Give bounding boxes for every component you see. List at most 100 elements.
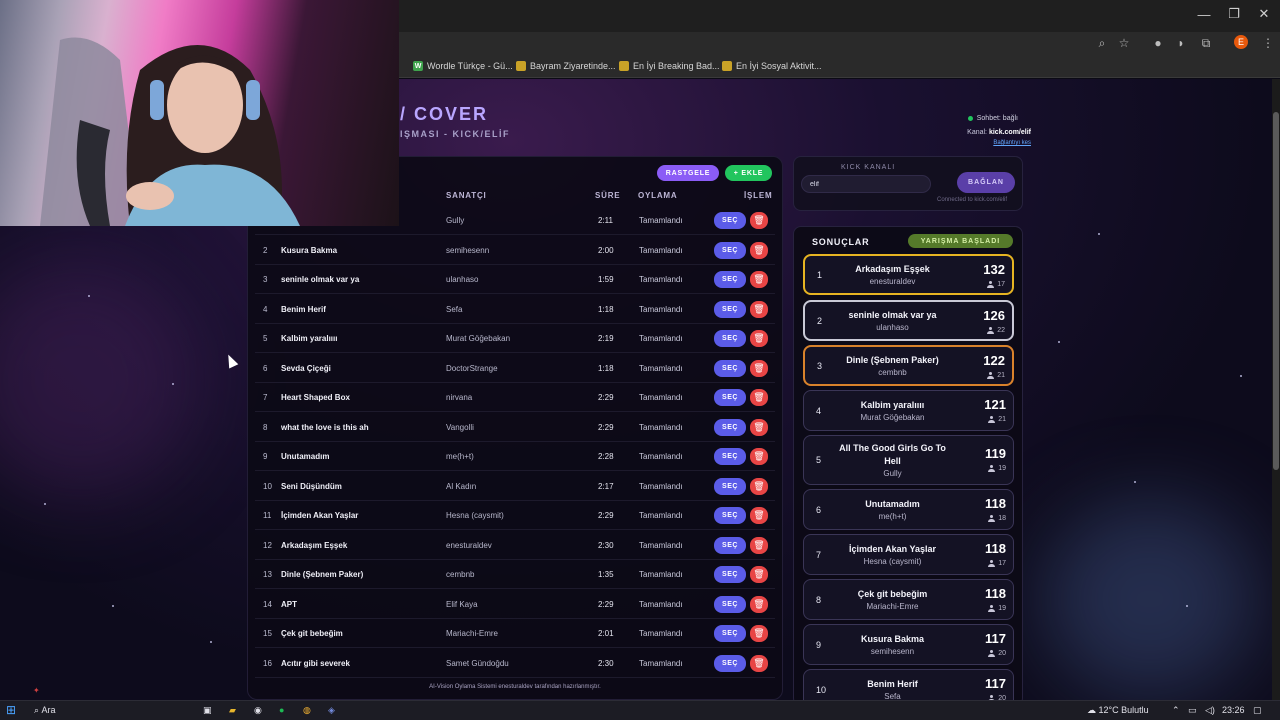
notification-icon[interactable]: ▢ [1253,702,1262,718]
delete-trash-icon[interactable]: 🗑 [750,241,768,259]
kick-channel-label: KICK KANALI [841,164,896,171]
song-title: Kalbim yaralıııı [281,334,338,343]
user-icon [988,604,996,612]
select-button[interactable]: SEÇ [714,477,746,495]
delete-trash-icon[interactable]: 🗑 [750,300,768,318]
delete-trash-icon[interactable]: 🗑 [750,212,768,229]
close-icon[interactable]: ✕ [1247,0,1280,28]
delete-trash-icon[interactable]: 🗑 [750,448,768,465]
discord-icon[interactable]: ◈ [328,702,335,718]
result-info: Çek git bebeğim Mariachi-Emre [830,580,955,619]
connect-button[interactable]: BAĞLAN [957,172,1015,193]
song-duration: 2:29 [598,422,614,432]
restore-icon[interactable]: ❐ [1217,0,1251,28]
extensions-puzzle-icon[interactable]: ⧉ [1196,34,1216,52]
profile-avatar[interactable]: E [1234,35,1248,49]
user-icon [988,514,996,522]
app-icon[interactable]: ◉ [254,702,262,718]
result-rank: 9 [816,639,822,650]
delete-trash-icon[interactable]: 🗑 [750,536,768,554]
select-button[interactable]: SEÇ [714,389,746,406]
table-row: 13 Dinle (Şebnem Paker) cembnb 1:35 Tamamlan… [255,560,775,589]
taskbar-search[interactable]: ⌕ Ara [34,702,56,718]
select-button[interactable]: SEÇ [714,595,746,613]
volume-icon[interactable]: ◁) [1205,702,1215,718]
contest-status-badge: YARIŞMA BAŞLADI [908,234,1013,248]
select-button[interactable]: SEÇ [714,271,746,288]
bookmark-star-icon[interactable]: ☆ [1114,34,1134,52]
kick-channel-input[interactable] [801,175,931,193]
delete-trash-icon[interactable]: 🗑 [750,271,768,288]
delete-trash-icon[interactable]: 🗑 [750,418,768,436]
result-rank: 7 [816,549,822,560]
bookmark-item[interactable]: W Wordle Türkçe - Gü... [413,61,513,71]
extension-icon[interactable]: ● [1148,34,1168,52]
song-duration: 2:28 [598,452,614,461]
select-button[interactable]: SEÇ [714,212,746,229]
delete-trash-icon[interactable]: 🗑 [750,566,768,583]
song-artist: me(h+t) [446,452,474,461]
select-button[interactable]: SEÇ [714,330,746,347]
user-icon [987,280,995,288]
clock[interactable]: 23:26 [1222,702,1245,718]
song-artist: cembnb [446,570,475,579]
select-button[interactable]: SEÇ [714,300,746,318]
delete-trash-icon[interactable]: 🗑 [750,654,768,672]
spotify-icon[interactable]: ● [279,702,284,718]
delete-trash-icon[interactable]: 🗑 [750,359,768,377]
delete-trash-icon[interactable]: 🗑 [750,625,768,642]
song-duration: 1:18 [598,304,614,314]
bg-glow [1040,499,1260,699]
result-info: İçimden Akan Yaşlar Hesna (caysmit) [830,535,955,574]
delete-trash-icon[interactable]: 🗑 [750,389,768,406]
tray-chevron-icon[interactable]: ⌃ [1172,702,1180,718]
select-button[interactable]: SEÇ [714,507,746,524]
bookmark-item[interactable]: En İyi Sosyal Aktivit... [722,61,822,71]
select-button[interactable]: SEÇ [714,566,746,583]
zoom-icon[interactable]: ⌕ [1092,34,1112,52]
result-song-title: All The Good Girls Go To Hell [839,442,946,466]
select-button[interactable]: SEÇ [714,448,746,465]
translate-icon[interactable]: ◗ [1171,34,1191,52]
song-duration: 2:30 [598,540,614,550]
select-button[interactable]: SEÇ [714,241,746,259]
delete-trash-icon[interactable]: 🗑 [750,330,768,347]
add-button[interactable]: + EKLE [725,165,772,181]
task-view-icon[interactable]: ▣ [203,702,212,718]
select-button[interactable]: SEÇ [714,625,746,642]
song-artist: Mariachi-Emre [446,629,499,638]
vote-status: Tamamlandı [639,658,683,668]
minimize-icon[interactable]: — [1187,0,1221,28]
random-button[interactable]: RASTGELE [657,165,719,181]
bookmark-item[interactable]: Bayram Ziyaretinde... [516,61,616,71]
weather-widget[interactable]: ☁ 12°C Bulutlu [1087,702,1149,718]
chrome-icon[interactable]: ◍ [303,702,311,718]
delete-trash-icon[interactable]: 🗑 [750,507,768,524]
file-explorer-icon[interactable]: ▰ [229,702,236,718]
menu-kebab-icon[interactable]: ⋮ [1258,34,1278,52]
select-button[interactable]: SEÇ [714,359,746,377]
bookmark-item[interactable]: En İyi Breaking Bad... [619,61,720,71]
disconnect-link[interactable]: Bağlantıyı kes [993,140,1031,146]
delete-trash-icon[interactable]: 🗑 [750,595,768,613]
scroll-thumb[interactable] [1273,112,1279,470]
result-info: Unutamadım me(h+t) [830,490,955,529]
network-icon[interactable]: ▭ [1188,702,1197,718]
channel-info: Kanal: kick.com/elif [967,129,1031,136]
result-card: 5 All The Good Girls Go To Hell Gully 119 19 [803,435,1014,485]
streamer-figure [40,37,300,226]
row-number: 16 [263,658,272,668]
select-button[interactable]: SEÇ [714,536,746,554]
row-number: 9 [263,452,268,461]
windows-start-icon[interactable]: ⊞ [6,702,16,718]
result-voter-count: 17 [988,559,1006,567]
result-song-title: İçimden Akan Yaşlar [848,543,937,554]
select-button[interactable]: SEÇ [714,654,746,672]
result-artist: cembnb [878,367,907,377]
song-duration: 1:59 [598,275,614,284]
song-title: Benim Herif [281,304,326,314]
delete-trash-icon[interactable]: 🗑 [750,477,768,495]
song-title: Heart Shaped Box [281,393,350,402]
vote-status: Tamamlandı [639,275,683,284]
select-button[interactable]: SEÇ [714,418,746,436]
